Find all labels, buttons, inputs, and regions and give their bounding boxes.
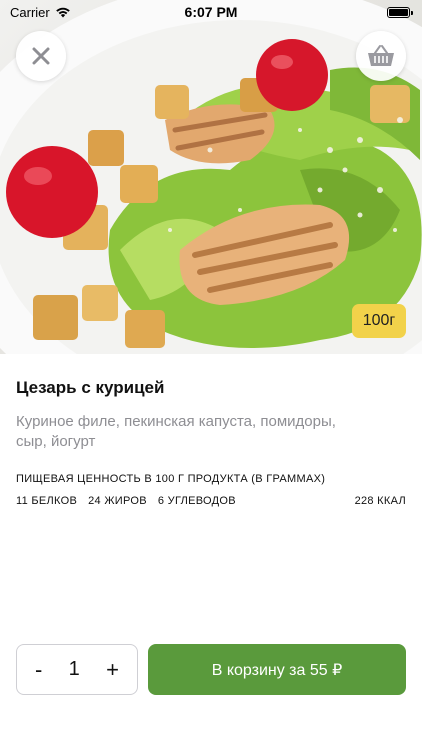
close-icon (32, 47, 50, 65)
status-time: 6:07 PM (184, 4, 238, 20)
add-to-cart-button[interactable]: В корзину за 55 ₽ (148, 644, 406, 695)
wifi-icon (55, 7, 70, 18)
product-title: Цезарь с курицей (16, 378, 165, 397)
cart-button[interactable] (356, 31, 406, 81)
quantity-value: 1 (68, 658, 80, 680)
status-bar: Carrier 6:07 PM (0, 0, 422, 24)
weight-badge: 100г (352, 304, 406, 338)
nutrition-values: 11 БЕЛКОВ 24 ЖИРОВ 6 УГЛЕВОДОВ 228 ККАЛ (16, 495, 406, 507)
nutrition-protein: 11 БЕЛКОВ (16, 495, 78, 507)
nutrition-heading: ПИЩЕВАЯ ЦЕННОСТЬ В 100 Г ПРОДУКТА (В ГРА… (16, 473, 326, 485)
decrement-button[interactable]: - (35, 658, 42, 681)
battery-icon (387, 6, 413, 18)
product-description: Куриное филе, пекинская капуста, помидор… (16, 413, 336, 450)
carrier-label: Carrier (10, 4, 50, 20)
add-to-cart-label: В корзину за 55 ₽ (211, 661, 343, 679)
nutrition-fat: 24 ЖИРОВ (88, 495, 147, 507)
nutrition-kcal: 228 ККАЛ (354, 495, 406, 507)
quantity-stepper: - 1 + (16, 644, 138, 695)
increment-button[interactable]: + (106, 658, 119, 681)
product-screen: Carrier 6:07 PM 100г Цезарь с курицей Ку… (0, 0, 422, 750)
status-left: Carrier (10, 5, 71, 20)
basket-icon (368, 45, 394, 66)
close-button[interactable] (16, 31, 66, 81)
nutrition-carbs: 6 УГЛЕВОДОВ (157, 495, 236, 507)
